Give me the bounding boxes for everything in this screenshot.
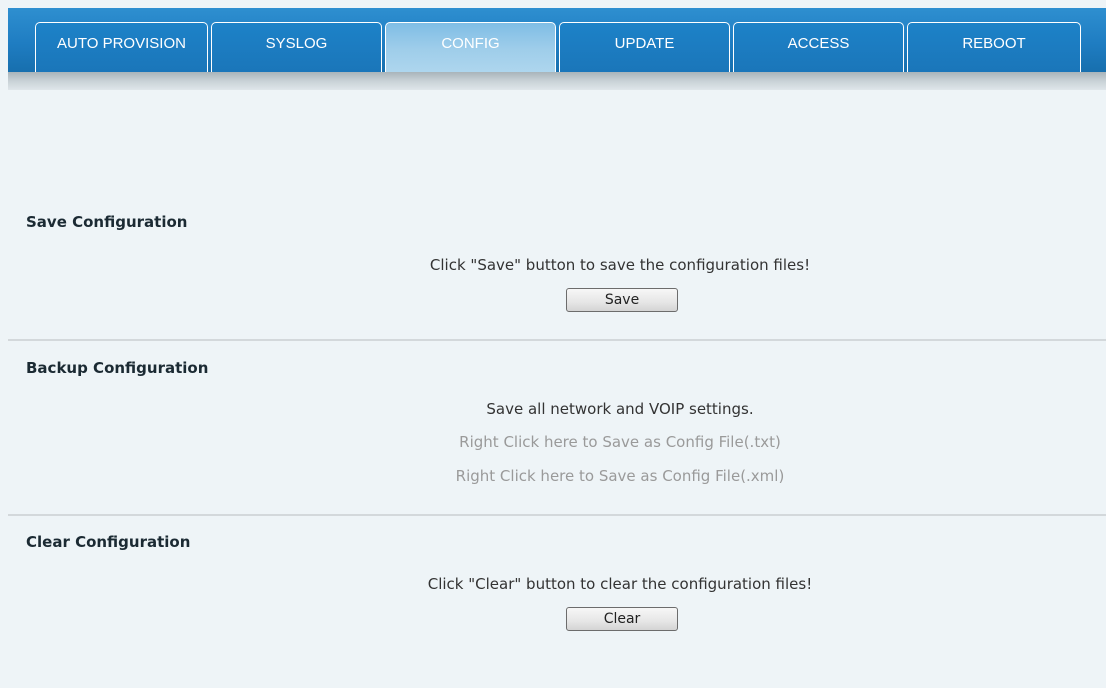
save-configuration-title: Save Configuration xyxy=(26,213,188,231)
save-description: Click "Save" button to save the configur… xyxy=(429,256,811,274)
backup-configuration-title: Backup Configuration xyxy=(26,359,209,377)
tab-bar: AUTO PROVISION SYSLOG CONFIG UPDATE ACCE… xyxy=(8,8,1106,80)
tab-label-config: CONFIG xyxy=(441,35,500,52)
backup-txt-link-row: Right Click here to Save as Config File(… xyxy=(0,433,1106,451)
clear-configuration-title: Clear Configuration xyxy=(26,533,191,551)
tab-label-syslog: SYSLOG xyxy=(265,35,328,52)
save-config-xml-link[interactable]: Right Click here to Save as Config File(… xyxy=(456,467,785,485)
tab-label-reboot: REBOOT xyxy=(962,35,1026,52)
backup-xml-link-row: Right Click here to Save as Config File(… xyxy=(0,467,1106,485)
tab-label-auto-provision: AUTO PROVISION xyxy=(57,35,186,52)
save-config-txt-link[interactable]: Right Click here to Save as Config File(… xyxy=(459,433,781,451)
clear-description: Click "Clear" button to clear the config… xyxy=(427,575,813,593)
tab-label-access: ACCESS xyxy=(787,35,850,52)
backup-description: Save all network and VOIP settings. xyxy=(486,400,754,418)
save-button[interactable]: Save xyxy=(566,288,678,312)
section-divider xyxy=(8,514,1106,516)
tab-label-update: UPDATE xyxy=(614,35,675,52)
tab-bar-shadow xyxy=(8,72,1106,90)
clear-button[interactable]: Clear xyxy=(566,607,678,631)
section-divider xyxy=(8,339,1106,341)
